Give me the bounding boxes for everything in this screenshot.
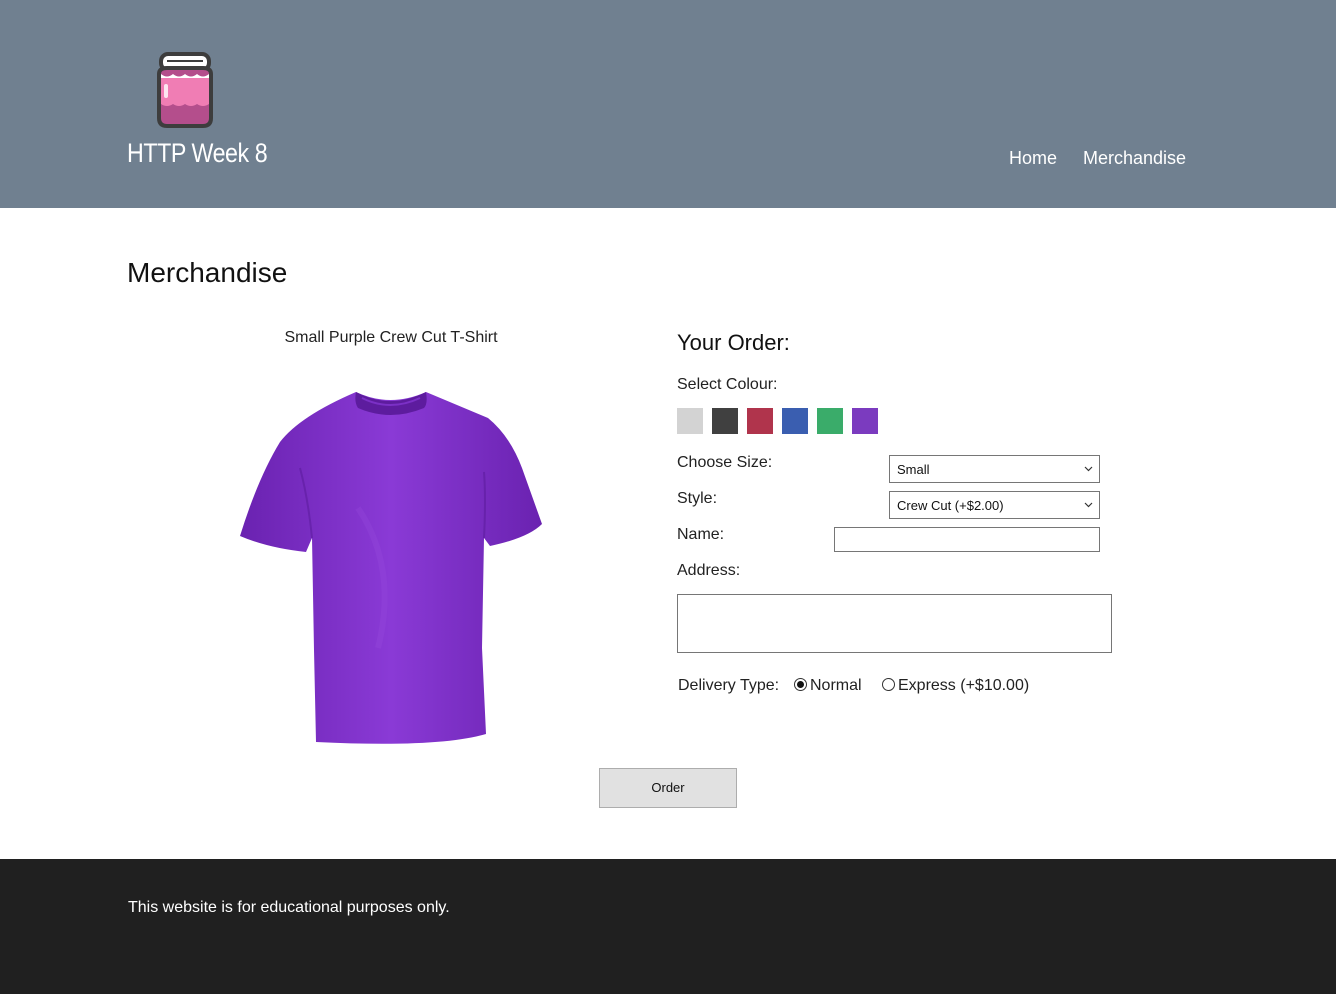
nav-link-merchandise[interactable]: Merchandise	[1083, 148, 1186, 169]
size-select-value: Small	[897, 462, 930, 477]
select-colour-label: Select Colour:	[677, 376, 778, 393]
footer-text: This website is for educational purposes…	[128, 899, 450, 916]
order-title: Your Order:	[677, 330, 790, 355]
delivery-express-label: Express (+$10.00)	[898, 677, 1030, 694]
style-label: Style:	[677, 490, 718, 507]
name-input[interactable]	[834, 527, 1100, 552]
order-button[interactable]: Order	[599, 768, 737, 808]
swatch-red[interactable]	[747, 408, 773, 434]
page-title: Merchandise	[127, 257, 288, 288]
swatch-dark-grey[interactable]	[712, 408, 738, 434]
jam-jar-logo-icon[interactable]	[153, 52, 217, 130]
nav-link-home[interactable]: Home	[1009, 148, 1057, 169]
radio-checked-icon[interactable]	[794, 678, 807, 691]
chevron-down-icon	[1084, 502, 1093, 508]
style-select[interactable]: Crew Cut (+$2.00)	[889, 491, 1100, 519]
radio-unchecked-icon[interactable]	[882, 678, 895, 691]
delivery-normal-label: Normal	[810, 677, 862, 694]
choose-size-label: Choose Size:	[677, 454, 773, 471]
tshirt-image	[238, 388, 544, 748]
swatch-blue[interactable]	[782, 408, 808, 434]
swatch-green[interactable]	[817, 408, 843, 434]
size-select[interactable]: Small	[889, 455, 1100, 483]
swatch-light-grey[interactable]	[677, 408, 703, 434]
address-label: Address:	[677, 562, 741, 579]
delivery-type-label: Delivery Type:	[678, 677, 780, 694]
site-footer: This website is for educational purposes…	[0, 859, 1336, 994]
colour-swatches	[677, 408, 887, 434]
delivery-express-radio[interactable]: Express (+$10.00)	[882, 677, 1029, 695]
chevron-down-icon	[1084, 466, 1093, 472]
site-header: HTTP Week 8 Home Merchandise	[0, 0, 1336, 208]
swatch-purple[interactable]	[852, 408, 878, 434]
name-label: Name:	[677, 526, 725, 543]
delivery-normal-radio[interactable]: Normal	[794, 677, 862, 695]
address-textarea[interactable]	[677, 594, 1112, 653]
style-select-value: Crew Cut (+$2.00)	[897, 498, 1004, 513]
main-nav: Home Merchandise	[0, 148, 1336, 172]
product-caption: Small Purple Crew Cut T-Shirt	[284, 329, 498, 346]
